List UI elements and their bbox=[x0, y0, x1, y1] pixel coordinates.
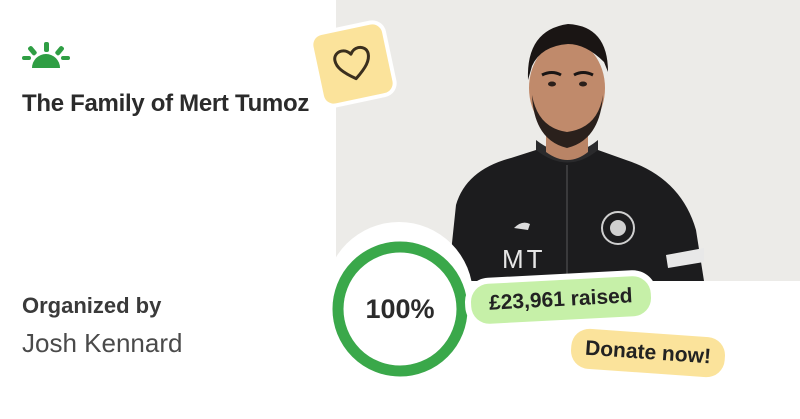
donate-wrap: Donate now! bbox=[564, 322, 732, 384]
fundraiser-card: The Family of Mert Tumoz Organized by Jo… bbox=[0, 0, 800, 419]
heart-icon bbox=[333, 45, 370, 81]
raised-badge: £23,961 raised bbox=[463, 269, 658, 331]
shirt-initials: MT bbox=[502, 244, 546, 274]
progress-percent: 100% bbox=[365, 293, 435, 324]
fundraiser-title: The Family of Mert Tumoz bbox=[22, 90, 310, 117]
raised-amount: £23,961 raised bbox=[470, 275, 652, 325]
heart-badge[interactable] bbox=[311, 22, 395, 106]
sunburst-icon bbox=[22, 42, 70, 68]
donate-button[interactable]: Donate now! bbox=[569, 327, 727, 379]
organizer-label: Organized by bbox=[22, 293, 162, 318]
organizer-name: Josh Kennard bbox=[22, 328, 183, 358]
